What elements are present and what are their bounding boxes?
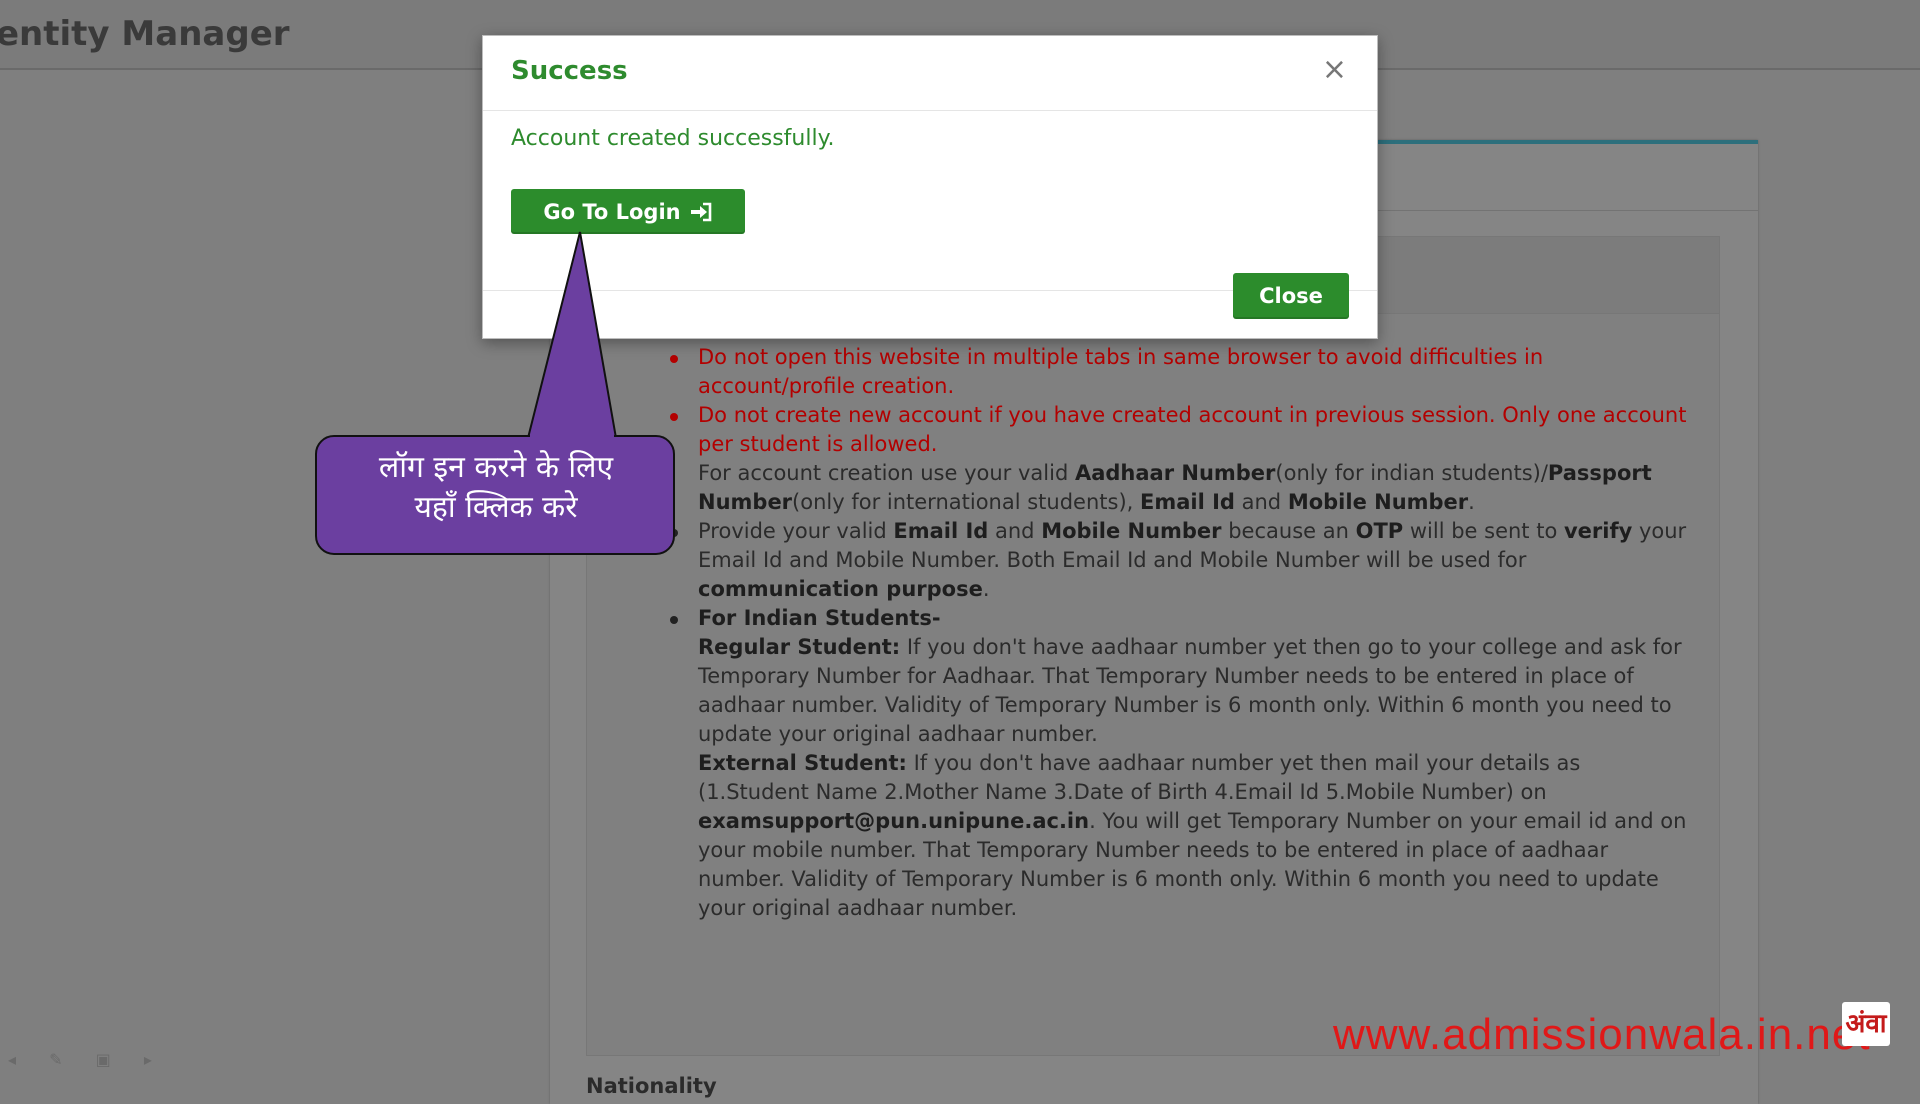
presentation-tools: ◂ ✎ ▣ ▸: [8, 1050, 166, 1069]
callout-text: लॉग इन करने के लिए यहाँ क्लिक करे: [378, 450, 614, 525]
watermark-url: www.admissionwala.in.net: [1333, 1010, 1871, 1059]
callout-bubble: [315, 231, 675, 555]
watermark-logo: अंवा: [1842, 1002, 1890, 1046]
